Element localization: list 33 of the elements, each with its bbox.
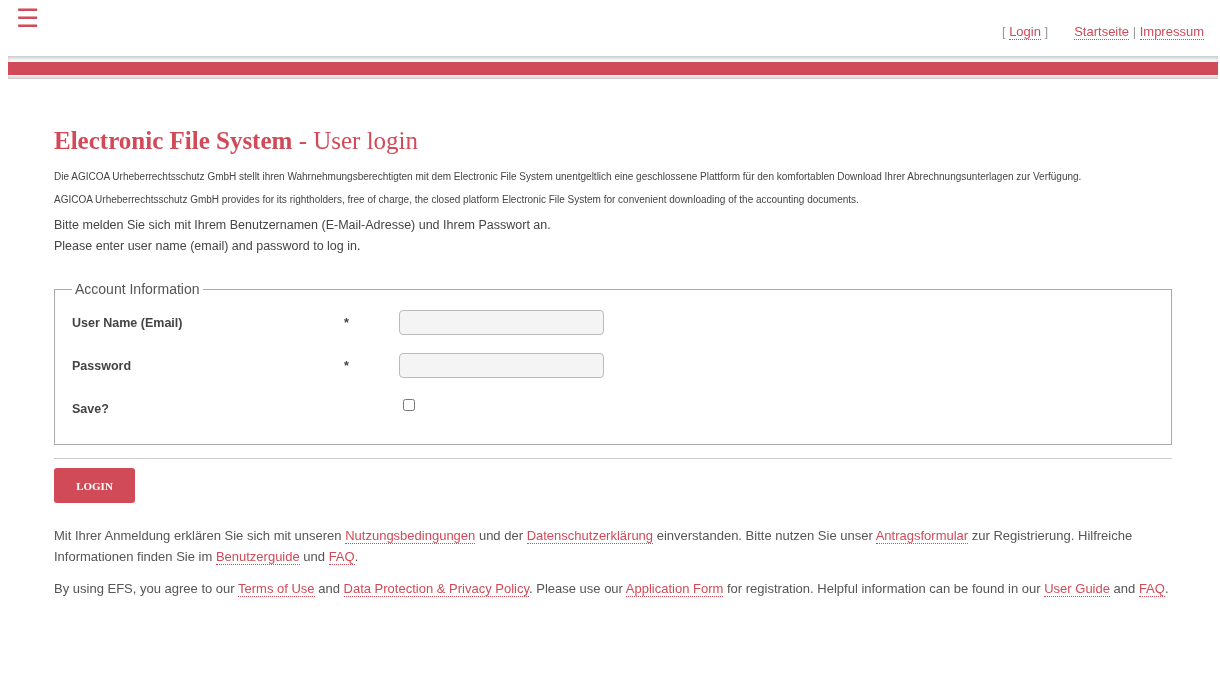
- terms-text: By using EFS, you agree to our Terms of Use and Data Protection & Privacy Policy. Please use our Application Form for registration. Helpful information can be found in our User Guide and FAQ.: [54, 580, 1170, 599]
- intro-text: Die AGICOA Urheberrechtsschutz GmbH stellt ihren Wahrnehmungsberechtigten mit dem Electronic File System unentgeltlich eine geschlossene Plattform für den komfortablen Download Ihrer Abrechnungsunterlagen zur Verfügung.: [54, 170, 1083, 184]
- panel-legend: Account Information: [72, 281, 203, 297]
- save-checkbox[interactable]: [403, 398, 415, 411]
- field-label: User Name (Email): [72, 315, 184, 330]
- page-title: Electronic File System - User login: [54, 127, 420, 155]
- required-mark: *: [344, 358, 349, 373]
- nav-link[interactable]: Startseite: [1074, 24, 1130, 40]
- menu-icon[interactable]: ☰: [16, 4, 39, 32]
- text-link[interactable]: FAQ: [328, 549, 355, 565]
- text-link[interactable]: Terms of Use: [238, 581, 315, 597]
- login-link[interactable]: Login: [1009, 24, 1041, 40]
- instruction-text: Bitte melden Sie sich mit Ihrem Benutzernamen (E-Mail-Adresse) und Ihrem Passwort an.: [54, 217, 552, 234]
- intro-text: AGICOA Urheberrechtsschutz GmbH provides for its rightholders, free of charge, the closed platform Electronic File System for convenient downloading of the accounting documents.: [54, 193, 860, 207]
- text-link[interactable]: Antragsformular: [875, 528, 969, 544]
- field-label: Save?: [72, 401, 110, 416]
- text-link[interactable]: Datenschutzerklärung: [526, 528, 654, 544]
- input-field[interactable]: [399, 310, 604, 335]
- required-mark: *: [344, 315, 349, 330]
- site-links: Startseite | Impressum: [1074, 24, 1204, 42]
- text-link[interactable]: Nutzungsbedingungen: [345, 528, 476, 544]
- terms-text: Mit Ihrer Anmeldung erklären Sie sich mit unseren Nutzungsbedingungen und der Datenschutzerklärung einverstanden. Bitte nutzen Sie unser Antragsformular zur Registrierung. Hilfreiche Informationen finden Sie im Benutzerguide und FAQ.: [54, 527, 1134, 567]
- password-field[interactable]: [399, 353, 604, 378]
- nav-link[interactable]: Impressum: [1139, 24, 1204, 40]
- field-label: Password: [72, 358, 133, 373]
- text-link[interactable]: Benutzerguide: [215, 549, 300, 565]
- text-link[interactable]: Data Protection & Privacy Policy: [343, 581, 529, 597]
- login-button[interactable]: LOGIN: [54, 468, 135, 503]
- login-nav: [ Login ]: [1001, 24, 1049, 42]
- text-link[interactable]: Application Form: [625, 581, 724, 597]
- instruction-text: Please enter user name (email) and password to log in.: [54, 238, 362, 255]
- text-link[interactable]: FAQ: [1138, 581, 1165, 597]
- text-link[interactable]: User Guide: [1044, 581, 1110, 597]
